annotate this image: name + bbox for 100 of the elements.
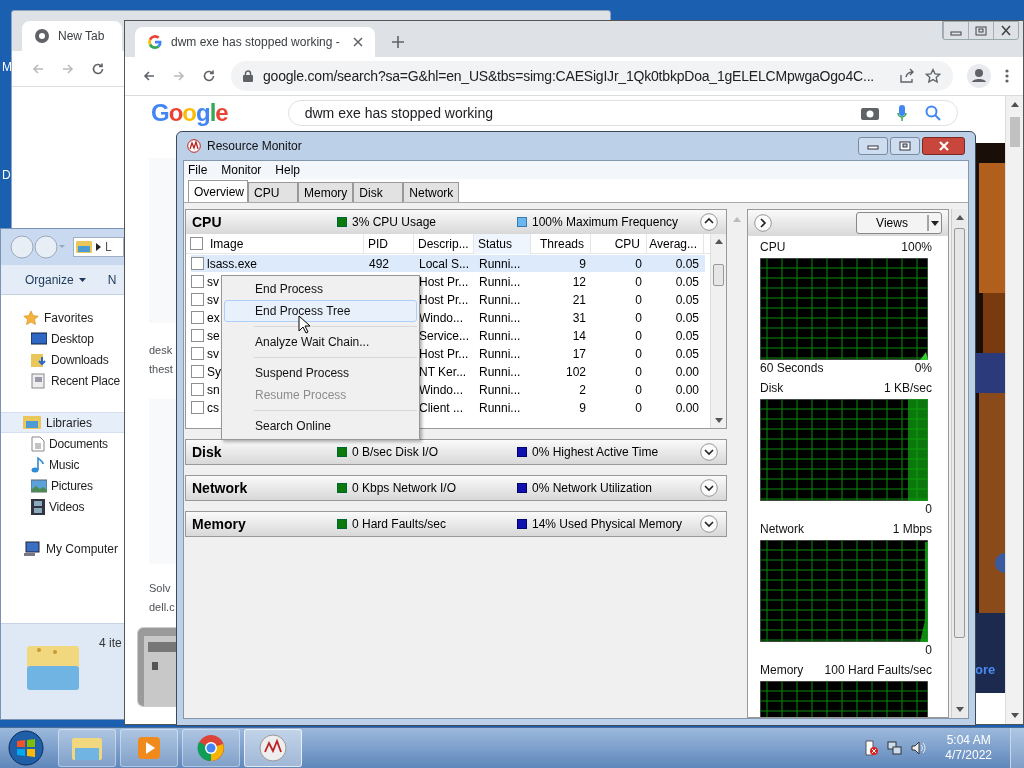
tab[interactable]: CPU <box>248 182 298 202</box>
scrollbar-thumb[interactable] <box>1009 117 1020 147</box>
microphone-icon[interactable] <box>896 105 907 121</box>
downloads-icon <box>31 351 47 368</box>
section-header[interactable]: CPU 3% CPU Usage 100% Maximum Frequency <box>186 210 726 234</box>
collapse-icon[interactable] <box>700 213 718 231</box>
section-header[interactable]: Network 0 Kbps Network I/O 0% Network Utilization <box>186 476 726 500</box>
expand-pane-icon[interactable] <box>754 214 772 232</box>
share-icon[interactable] <box>899 68 915 84</box>
nav-item[interactable]: Documents <box>1 433 124 454</box>
desktop-icon-label[interactable]: M <box>2 58 12 76</box>
menu-item[interactable]: Suspend Process <box>224 362 417 384</box>
browser-tab[interactable]: New Tab <box>22 21 122 51</box>
expand-icon[interactable] <box>700 515 718 533</box>
nav-item[interactable]: Libraries <box>1 412 124 433</box>
profile-icon[interactable] <box>967 64 991 88</box>
checkbox[interactable] <box>191 347 204 360</box>
checkbox[interactable] <box>191 401 204 414</box>
checkbox[interactable] <box>191 329 204 342</box>
table-cell-text: ex <box>207 309 220 327</box>
menu-item[interactable]: Monitor <box>221 161 262 179</box>
checkbox[interactable] <box>191 383 204 396</box>
toolbar-button[interactable]: N <box>107 270 117 289</box>
nav-item[interactable]: My Computer <box>1 538 124 559</box>
menu-item[interactable]: End Process <box>224 278 417 300</box>
tab[interactable]: Memory <box>298 182 354 202</box>
menu-icon[interactable] <box>1005 68 1009 84</box>
scroll-up-icon[interactable] <box>714 239 723 244</box>
nav-item[interactable]: Desktop <box>1 328 124 349</box>
nav-item[interactable]: Videos <box>1 496 124 517</box>
checkbox[interactable] <box>191 275 204 288</box>
taskbar-button[interactable] <box>244 729 302 767</box>
network-icon[interactable] <box>887 740 904 756</box>
scrollbar-thumb[interactable] <box>954 228 965 638</box>
scroll-down-icon[interactable] <box>1010 713 1019 718</box>
scroll-down-icon[interactable] <box>714 418 723 423</box>
menu-item[interactable]: Help <box>275 161 301 179</box>
column-header[interactable]: Averag... <box>647 234 704 254</box>
taskbar-button[interactable] <box>182 729 240 767</box>
library-icon <box>76 240 92 254</box>
section-header[interactable]: Disk 0 B/sec Disk I/O 0% Highest Active Time <box>186 440 726 464</box>
section-header[interactable]: Memory 0 Hard Faults/sec 14% Used Physical Memory <box>186 512 726 536</box>
views-button[interactable]: Views <box>856 212 942 234</box>
address-bar[interactable]: L <box>73 237 124 257</box>
gauge-icon <box>259 734 287 762</box>
table-cell-text: 14 <box>571 327 587 344</box>
close-icon[interactable] <box>353 37 363 47</box>
tab[interactable]: Network <box>403 182 460 202</box>
nav-item[interactable]: Pictures <box>1 475 124 496</box>
camera-icon[interactable] <box>860 106 879 120</box>
scrollbar-thumb[interactable] <box>713 264 724 286</box>
legend-square <box>517 519 527 529</box>
column-header[interactable]: Status <box>474 234 531 254</box>
stat-label: 100% Maximum Frequency <box>532 214 679 231</box>
item-count: 4 ite <box>99 635 122 652</box>
scroll-up-icon[interactable] <box>1010 102 1019 107</box>
menu-item[interactable]: Search Online <box>224 415 417 437</box>
star-icon[interactable] <box>925 68 941 84</box>
nav-item[interactable]: Favorites <box>1 307 124 328</box>
table-cell-text: 0.00 <box>674 363 700 380</box>
new-tab-icon[interactable] <box>391 35 405 49</box>
menu-item[interactable]: End Process Tree <box>224 300 417 322</box>
checkbox[interactable] <box>190 237 203 250</box>
nav-item[interactable]: Downloads <box>1 349 124 370</box>
table-cell-text: 0 <box>634 291 643 308</box>
desktop-icon-label[interactable]: D <box>2 166 12 184</box>
column-header[interactable]: CPU <box>591 234 647 254</box>
column-header[interactable]: Threads <box>531 234 591 254</box>
menu-item[interactable]: File <box>188 161 208 179</box>
address-bar[interactable]: google.com/search?sa=G&hl=en_US&tbs=simg:CAESigIJr_1Qk0tbkpDoa_1gELELCMpwgaOgo4C... <box>231 61 953 91</box>
action-center-icon[interactable] <box>863 740 880 756</box>
tab[interactable]: Overview <box>188 180 248 202</box>
column-header[interactable]: PID <box>364 234 414 254</box>
tab[interactable]: Disk <box>353 182 404 202</box>
checkbox[interactable] <box>191 293 204 306</box>
table-cell-text: Runni... <box>478 363 522 380</box>
menu-item[interactable]: Analyze Wait Chain... <box>224 331 417 353</box>
reload-icon[interactable] <box>201 68 217 84</box>
taskbar-button[interactable] <box>120 729 178 767</box>
scroll-down-icon[interactable] <box>955 707 964 712</box>
expand-icon[interactable] <box>700 479 718 497</box>
checkbox[interactable] <box>191 311 204 324</box>
minimize-button[interactable] <box>858 137 888 155</box>
nav-item[interactable]: Music <box>1 454 124 475</box>
column-header[interactable]: Image <box>206 234 364 254</box>
nav-item[interactable]: Recent Place <box>1 370 124 391</box>
browser-tab[interactable]: dwm exe has stopped working - <box>135 27 375 57</box>
stat-label: 3% CPU Usage <box>352 214 437 231</box>
scroll-up-icon[interactable] <box>955 215 964 220</box>
picture-icon <box>31 478 47 493</box>
expand-icon[interactable] <box>700 443 718 461</box>
volume-icon[interactable] <box>911 740 928 756</box>
checkbox[interactable] <box>191 257 204 270</box>
search-icon[interactable] <box>924 105 941 121</box>
start-button[interactable] <box>6 728 46 768</box>
checkbox[interactable] <box>191 365 204 378</box>
close-button[interactable] <box>922 137 965 155</box>
maximize-button[interactable] <box>890 137 920 155</box>
table-cell: 492 <box>365 255 415 272</box>
toolbar-button[interactable]: Organize <box>25 270 86 289</box>
